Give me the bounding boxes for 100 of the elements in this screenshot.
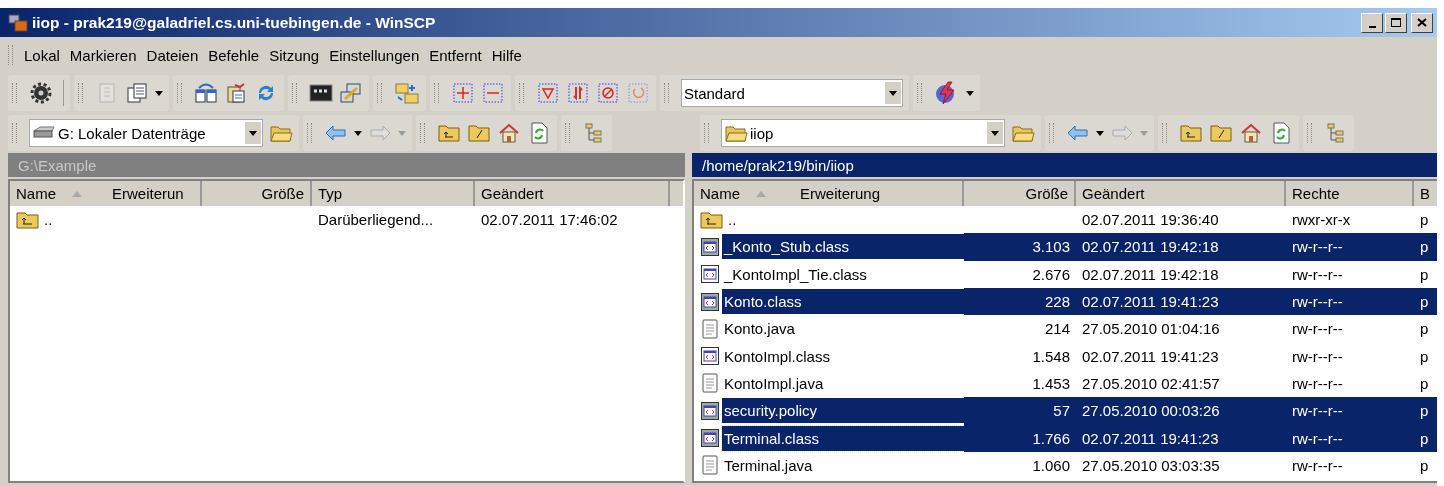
plus-icon[interactable] <box>452 82 474 104</box>
root-folder-icon[interactable] <box>1209 123 1233 143</box>
console-icon[interactable] <box>309 83 333 103</box>
root-folder-icon[interactable] <box>467 123 491 143</box>
date-cell: 02.07.2011 19:42:18 <box>1076 233 1286 261</box>
column-header[interactable]: Geändert <box>1076 181 1286 206</box>
back-arrow-icon[interactable] <box>325 125 347 141</box>
windows-icon[interactable] <box>194 82 218 104</box>
date-cell: 27.05.2010 00:03:26 <box>1076 397 1286 425</box>
column-header[interactable]: Name <box>694 181 794 206</box>
location-dropdown[interactable]: G: Lokaler Datenträge <box>29 119 263 147</box>
home-icon[interactable] <box>1240 122 1262 144</box>
owner-cell: p <box>1414 424 1437 452</box>
owner-cell: p <box>1414 397 1437 425</box>
folder-icon <box>724 123 748 143</box>
class-file-icon <box>700 428 720 448</box>
minus-icon[interactable] <box>482 82 504 104</box>
column-header[interactable]: Größe <box>202 181 312 206</box>
file-row[interactable]: _KontoImpl_Tie.class <box>694 260 964 288</box>
rights-cell-text: rw-r--r-- <box>1291 373 1344 394</box>
owner-cell-text: p <box>1419 455 1430 476</box>
caret-icon[interactable] <box>155 90 163 96</box>
file-row[interactable]: KontoImpl.class <box>694 342 964 370</box>
caret-icon <box>991 130 999 136</box>
location-dropdown[interactable]: iiop <box>721 119 1005 147</box>
column-header[interactable]: B <box>1414 181 1437 206</box>
parent-folder-icon <box>700 210 724 229</box>
minimize-button[interactable] <box>1361 12 1383 33</box>
column-header[interactable]: Rechte <box>1286 181 1414 206</box>
menu-item[interactable]: Befehle <box>203 46 265 64</box>
size-cell-text: 1.060 <box>1031 455 1071 476</box>
class-file-icon <box>700 264 720 285</box>
caret-icon <box>249 130 257 136</box>
folder-icon[interactable] <box>1011 123 1035 143</box>
text-file-icon <box>700 372 720 395</box>
reload-file-icon[interactable] <box>1271 122 1291 144</box>
filter-icon[interactable] <box>537 82 559 104</box>
size-cell-text: 2.676 <box>1031 264 1071 285</box>
parent-folder-icon <box>16 210 40 229</box>
maximize-button[interactable] <box>1385 12 1407 33</box>
owner-cell-text: p <box>1419 210 1430 231</box>
tree-view-icon[interactable] <box>584 122 604 144</box>
app-icon <box>8 13 28 32</box>
file-row[interactable]: .. <box>10 206 202 234</box>
date-cell-text: 27.05.2010 02:41:57 <box>1081 373 1221 394</box>
menu-item[interactable]: Einstellungen <box>324 46 425 64</box>
tree-view-icon[interactable] <box>1326 122 1346 144</box>
menu-item[interactable]: Dateien <box>141 46 204 64</box>
caret-icon[interactable] <box>966 90 974 96</box>
rights-cell: rw-r--r-- <box>1286 287 1414 316</box>
path-text: /home/prak219/bin/iiop <box>702 156 854 174</box>
column-header[interactable]: Typ <box>312 181 475 206</box>
date-cell: 02.07.2011 19:41:23 <box>1076 287 1286 316</box>
close-button[interactable] <box>1411 12 1433 33</box>
sort-arrow-icon <box>756 190 766 197</box>
column-header[interactable]: Größe <box>964 181 1076 206</box>
class-file-icon <box>700 236 720 257</box>
drive-icon <box>32 126 56 140</box>
menu-item[interactable]: Sitzung <box>264 46 325 64</box>
profile-dropdown[interactable]: Standard <box>681 79 903 107</box>
home-icon[interactable] <box>498 122 520 144</box>
gear-icon[interactable] <box>30 82 52 104</box>
column-header[interactable]: Erweiterung <box>794 181 964 206</box>
date-cell-text: 02.07.2011 19:41:23 <box>1081 346 1220 367</box>
caret-icon[interactable] <box>1096 130 1104 136</box>
parent-folder-icon[interactable] <box>1179 123 1203 143</box>
date-cell: 02.07.2011 19:41:23 <box>1076 424 1286 452</box>
rights-cell-text: rw-r--r-- <box>1291 319 1344 340</box>
sort-arrow-icon <box>72 190 82 197</box>
file-row[interactable]: Terminal.java <box>694 451 964 479</box>
owner-cell-text: p <box>1419 373 1430 394</box>
date-cell-text: 02.07.2011 19:42:18 <box>1081 264 1220 285</box>
owner-cell-text: p <box>1419 319 1430 340</box>
rights-cell: rw-r--r-- <box>1286 397 1414 425</box>
column-header[interactable]: Name <box>10 181 106 206</box>
size-cell: 228 <box>964 287 1076 316</box>
size-cell-text: 1.453 <box>1031 373 1071 394</box>
caret-icon <box>889 90 897 96</box>
file-row[interactable]: .. <box>694 206 964 234</box>
folder-icon[interactable] <box>269 123 293 143</box>
column-header[interactable]: Erweiterun <box>106 181 202 206</box>
sync-icon[interactable] <box>567 82 589 104</box>
caret-icon[interactable] <box>354 130 362 136</box>
back-arrow-icon[interactable] <box>1067 125 1089 141</box>
pages-icon[interactable] <box>126 82 148 104</box>
date-cell-text: 27.05.2010 01:04:16 <box>1081 319 1221 340</box>
file-row[interactable]: Konto.java <box>694 315 964 343</box>
reload-file-icon[interactable] <box>529 122 549 144</box>
parent-folder-icon[interactable] <box>437 123 461 143</box>
menu-item[interactable]: Hilfe <box>486 46 527 64</box>
clipboard-icon[interactable] <box>225 82 247 104</box>
file-row[interactable]: KontoImpl.java <box>694 369 964 398</box>
menu-item[interactable]: Entfernt <box>424 46 487 64</box>
forbidden-icon[interactable] <box>597 82 619 104</box>
menu-item[interactable]: Lokal <box>19 46 65 64</box>
folders-swap-icon[interactable] <box>394 81 420 105</box>
class-file-icon <box>700 400 720 421</box>
menu-item[interactable]: Markieren <box>64 46 142 64</box>
column-header[interactable]: Geändert <box>475 181 670 206</box>
owner-cell: p <box>1414 287 1437 316</box>
